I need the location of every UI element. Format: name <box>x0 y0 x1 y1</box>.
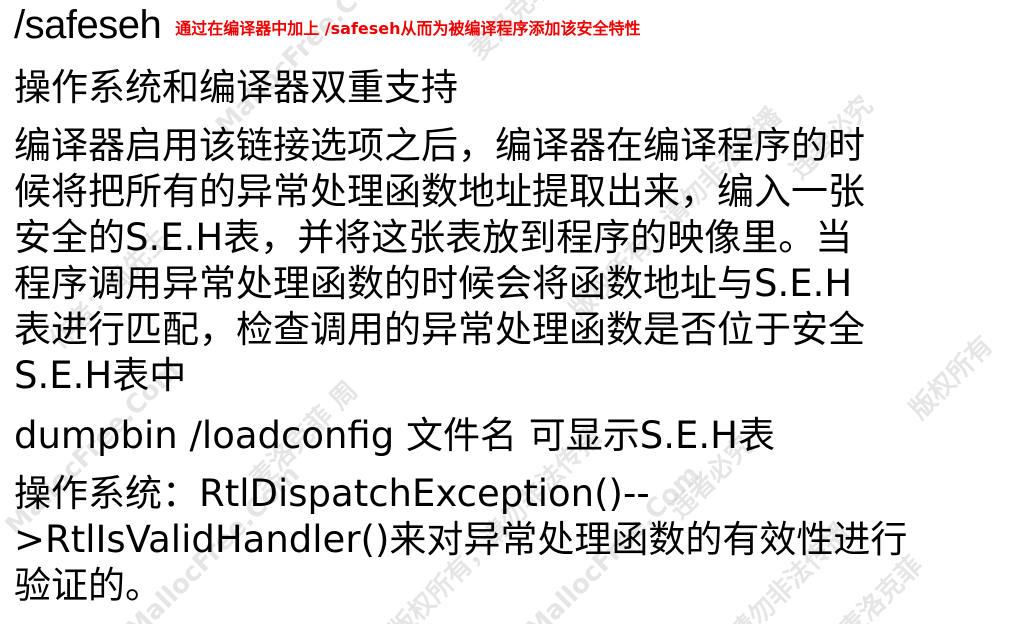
title-row: /safeseh 通过在编译器中加上 /safeseh从而为被编译程序添加该安全… <box>14 2 641 48</box>
paragraph-line: 候将把所有的异常处理函数地址提取出来，编入一张 <box>14 170 865 213</box>
dumpbin-line: dumpbin /loadconfig 文件名 可显示S.E.H表 <box>14 414 775 457</box>
paragraph-line: 编译器启用该链接选项之后，编译器在编译程序的时 <box>14 124 865 167</box>
slide-title: /safeseh <box>14 3 162 47</box>
heading-line: 操作系统和编译器双重支持 <box>14 66 458 109</box>
title-annotation: 通过在编译器中加上 /safeseh从而为被编译程序添加该安全特性 <box>175 19 641 38</box>
paragraph-line: S.E.H表中 <box>14 354 187 397</box>
paragraph-line: 验证的。 <box>14 564 162 607</box>
slide: MallocFree.Com 麦洛克菲 版权所有，请勿非法传播 违者必究 作者：… <box>0 0 1024 624</box>
paragraph-line: 表进行匹配，检查调用的异常处理函数是否位于安全 <box>14 308 865 351</box>
paragraph-line: >RtlIsValidHandler()来对异常处理函数的有效性进行 <box>14 518 908 561</box>
paragraph-line: 操作系统：RtlDispatchException()-- <box>14 472 650 515</box>
paragraph-line: 安全的S.E.H表，并将这张表放到程序的映像里。当 <box>14 216 853 259</box>
paragraph-line: 程序调用异常处理函数的时候会将函数地址与S.E.H <box>14 262 853 305</box>
watermark-text: 版权所有 <box>904 330 1000 426</box>
